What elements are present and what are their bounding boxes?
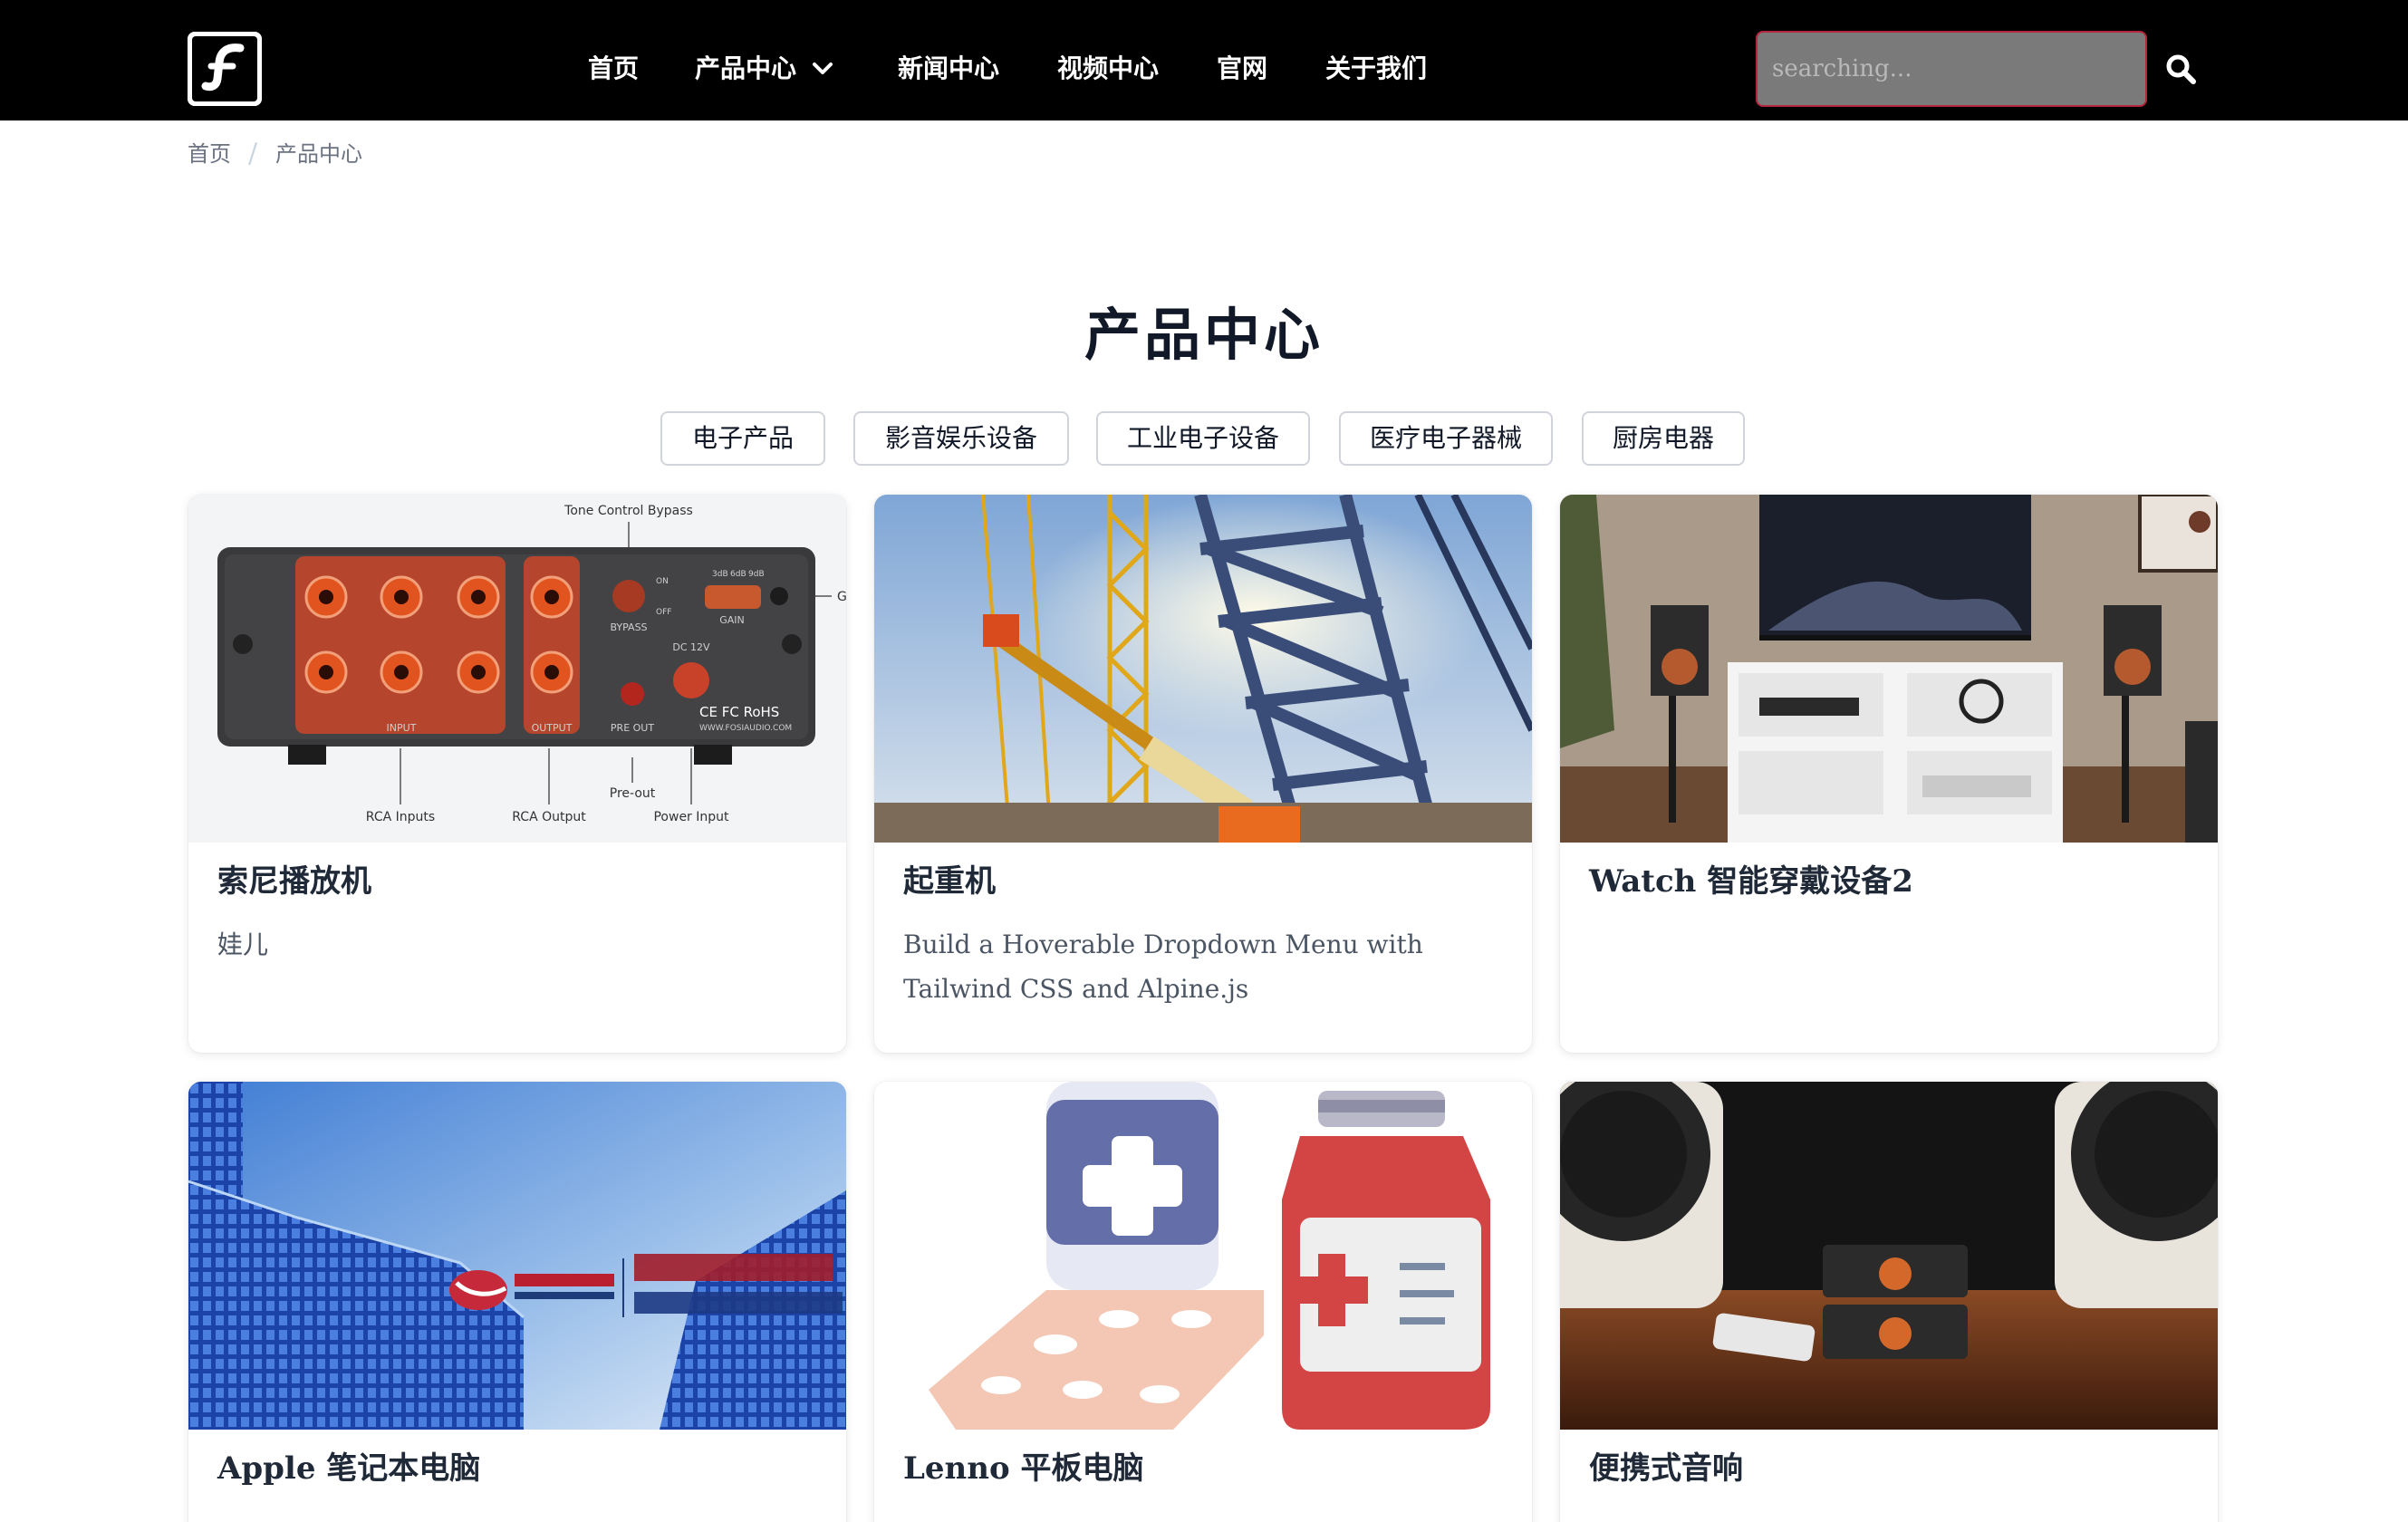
product-card[interactable]: Watch 智能穿戴设备2 xyxy=(1560,495,2218,1053)
card-title: 便携式音响 xyxy=(1589,1450,1743,1487)
callout-power-input: Power Input xyxy=(653,810,729,824)
search-icon xyxy=(2166,54,2196,84)
card-title: Watch 智能穿戴设备2 xyxy=(1589,863,1913,900)
card-title: Lenno 平板电脑 xyxy=(903,1450,1144,1487)
nav-products[interactable]: 产品中心 xyxy=(695,51,796,87)
filter-electronics[interactable]: 电子产品 xyxy=(660,411,825,466)
page-title: 产品中心 xyxy=(1084,302,1324,368)
panel-label-on: ON xyxy=(656,577,669,586)
card-title: 起重机 xyxy=(903,863,996,900)
callout-rca-inputs: RCA Inputs xyxy=(366,810,435,824)
product-card[interactable]: 起重机 Build a Hoverable Dropdown Menu with… xyxy=(874,495,1532,1053)
panel-label-marks: CE FC RoHS xyxy=(699,704,779,720)
filter-av-entertainment[interactable]: 影音娱乐设备 xyxy=(853,411,1069,466)
panel-label-input: INPUT xyxy=(387,722,417,734)
nav-home[interactable]: 首页 xyxy=(588,51,639,87)
filter-industrial-electronics[interactable]: 工业电子设备 xyxy=(1096,411,1310,466)
nav-official-site[interactable]: 官网 xyxy=(1217,51,1267,87)
panel-label-bypass: BYPASS xyxy=(610,621,647,633)
callout-rca-output: RCA Output xyxy=(512,810,586,824)
callout-pre-out: Pre-out xyxy=(610,786,656,801)
nav-news[interactable]: 新闻中心 xyxy=(898,51,999,87)
card-title: 索尼播放机 xyxy=(217,863,371,900)
breadcrumb-current: 产品中心 xyxy=(275,141,362,167)
panel-label-off: OFF xyxy=(656,608,671,617)
search-box xyxy=(1756,31,2147,107)
top-navbar: 首页 产品中心 新闻中心 视频中心 官网 关于我们 xyxy=(0,0,2408,120)
panel-label-6db: 6dB xyxy=(730,570,746,579)
breadcrumb-separator: / xyxy=(248,138,258,169)
filter-medical-devices[interactable]: 医疗电子器械 xyxy=(1339,411,1553,466)
panel-label-brand: WWW.FOSIAUDIO.COM xyxy=(699,724,792,733)
product-image xyxy=(188,1082,846,1430)
breadcrumb-home[interactable]: 首页 xyxy=(188,138,231,170)
card-description: Build a Hoverable Dropdown Menu with Tai… xyxy=(903,930,1423,1004)
nav-videos[interactable]: 视频中心 xyxy=(1057,51,1159,87)
search-button[interactable] xyxy=(2149,31,2216,107)
product-image xyxy=(1560,1082,2218,1430)
panel-label-pre-out: PRE OUT xyxy=(611,722,654,734)
callout-tone-control-bypass: Tone Control Bypass xyxy=(563,504,693,518)
panel-label-3db: 3dB xyxy=(712,570,728,579)
product-image xyxy=(874,1082,1532,1430)
brand-logo[interactable] xyxy=(188,32,262,106)
search-input[interactable] xyxy=(1758,33,2145,105)
product-image xyxy=(874,495,1532,843)
product-image xyxy=(1560,495,2218,843)
panel-label-gain: GAIN xyxy=(719,614,745,626)
filter-kitchen-appliances[interactable]: 厨房电器 xyxy=(1582,411,1745,466)
chevron-down-icon[interactable] xyxy=(809,51,836,87)
card-description: 娃儿 xyxy=(217,930,269,959)
panel-label-output: OUTPUT xyxy=(532,722,573,734)
product-card[interactable]: Apple 笔记本电脑 xyxy=(188,1082,846,1522)
card-title: Apple 笔记本电脑 xyxy=(217,1450,481,1487)
product-card[interactable]: Tone Control Bypass RCA Inputs RCA Outpu… xyxy=(188,495,846,1053)
panel-label-9db: 9dB xyxy=(748,570,765,579)
product-card[interactable]: Lenno 平板电脑 xyxy=(874,1082,1532,1522)
panel-label-dc12v: DC 12V xyxy=(672,641,710,653)
product-card[interactable]: 便携式音响 xyxy=(1560,1082,2218,1522)
product-image: Tone Control Bypass RCA Inputs RCA Outpu… xyxy=(188,495,846,843)
svg-text:G: G xyxy=(837,590,846,604)
nav-about-us[interactable]: 关于我们 xyxy=(1325,51,1427,87)
